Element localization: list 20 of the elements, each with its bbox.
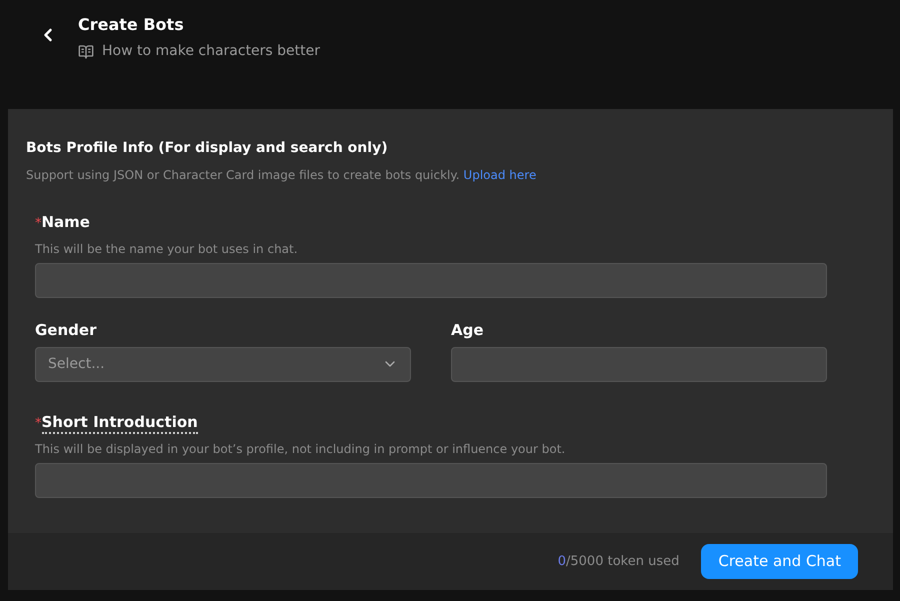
field-label: Age bbox=[451, 320, 484, 340]
book-icon bbox=[78, 44, 94, 60]
required-mark: * bbox=[35, 414, 42, 432]
field-label: Short Introduction bbox=[42, 412, 198, 434]
required-mark: * bbox=[35, 215, 42, 233]
input-field[interactable] bbox=[35, 262, 827, 298]
input-field[interactable] bbox=[451, 346, 827, 382]
field-hint: This will be displayed in your bot’s profile, not including in prompt or influence your bot. bbox=[35, 440, 566, 458]
create-and-chat-button[interactable]: Create and Chat bbox=[701, 544, 858, 579]
field-hint: This will be the name your bot uses in chat. bbox=[35, 240, 299, 258]
upload-link[interactable]: Upload here bbox=[463, 168, 536, 182]
page-title: Create Bots bbox=[78, 14, 185, 36]
gender-select[interactable]: Select... bbox=[35, 346, 411, 382]
section-title: Bots Profile Info (For display and search only) bbox=[26, 139, 389, 158]
section-description: Support using JSON or Character Card image files to create bots quickly. Upload here bbox=[26, 167, 538, 184]
input-field[interactable] bbox=[35, 462, 827, 498]
guide-link[interactable]: How to make characters better bbox=[78, 41, 320, 62]
token-counter: 0/5000 token used bbox=[558, 552, 680, 571]
field-label: Gender bbox=[35, 320, 96, 340]
field-label: Name bbox=[42, 212, 90, 232]
